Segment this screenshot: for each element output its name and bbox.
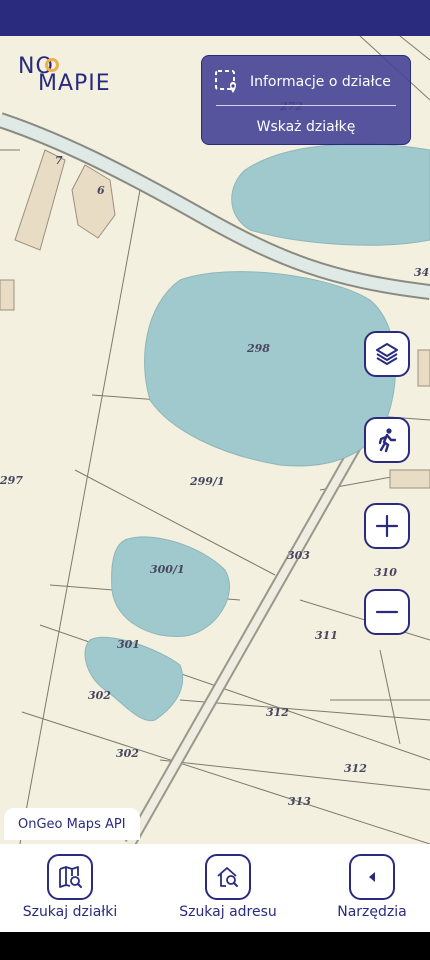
search-address-icon-box: [205, 854, 251, 900]
parcel-label: 301: [117, 638, 140, 651]
parcel-label: 303: [287, 549, 310, 562]
logo-text-bottom: MAPIE: [38, 71, 111, 96]
tools-button[interactable]: Narzędzia: [316, 844, 428, 932]
map-search-icon: [59, 866, 82, 888]
pedestrian-icon: [378, 428, 397, 453]
house-search-icon: [217, 867, 238, 887]
parcel-label: 302: [88, 689, 111, 702]
parcel-label: 313: [288, 795, 311, 808]
parcel-label: 300/1: [150, 563, 185, 576]
app-logo: NO MAPIE: [18, 54, 128, 98]
search-parcel-button[interactable]: Szukaj działki: [14, 844, 126, 932]
status-bar: [0, 0, 430, 36]
zoom-out-icon: [375, 610, 399, 614]
parcel-label: 311: [315, 629, 338, 642]
select-area-pin-icon: [215, 70, 236, 93]
layers-button[interactable]: [364, 331, 410, 377]
search-address-button[interactable]: Szukaj adresu: [172, 844, 284, 932]
tools-icon-box: [349, 854, 395, 900]
search-parcel-icon-box: [47, 854, 93, 900]
parcel-label: 299/1: [189, 475, 225, 488]
parcel-info-button[interactable]: Informacje o działce: [214, 66, 402, 98]
system-navigation-bar: [0, 932, 430, 960]
parcel-label: 34: [414, 266, 429, 279]
parcel-label: 312: [266, 706, 289, 719]
zoom-out-button[interactable]: [364, 589, 410, 635]
parcel-label: 302: [116, 747, 139, 760]
layers-icon: [376, 343, 398, 365]
parcel-label: 298: [246, 342, 270, 355]
search-address-label: Szukaj adresu: [179, 904, 277, 920]
parcel-label: 7: [55, 154, 63, 167]
bottom-navigation: Szukaj działki Szukaj adresu Narzędzia: [0, 844, 430, 932]
chevron-left-icon: [369, 872, 375, 882]
panel-divider: [216, 105, 396, 106]
parcel-info-panel: Informacje o działce Wskaż działkę: [201, 55, 411, 145]
zoom-in-icon: [375, 514, 399, 538]
point-parcel-button[interactable]: Wskaż działkę: [202, 114, 410, 140]
pedestrian-button[interactable]: [364, 417, 410, 463]
parcel-label: 312: [344, 762, 367, 775]
zoom-in-button[interactable]: [364, 503, 410, 549]
parcel-info-label: Informacje o działce: [250, 74, 391, 90]
parcel-label: 310: [374, 566, 397, 579]
map-attribution: OnGeo Maps API: [4, 808, 140, 840]
parcel-label: 297: [0, 474, 23, 487]
parcel-label: 6: [97, 184, 105, 197]
search-parcel-label: Szukaj działki: [22, 904, 118, 920]
logo-pin-icon: [45, 58, 59, 72]
tools-label: Narzędzia: [337, 904, 407, 920]
